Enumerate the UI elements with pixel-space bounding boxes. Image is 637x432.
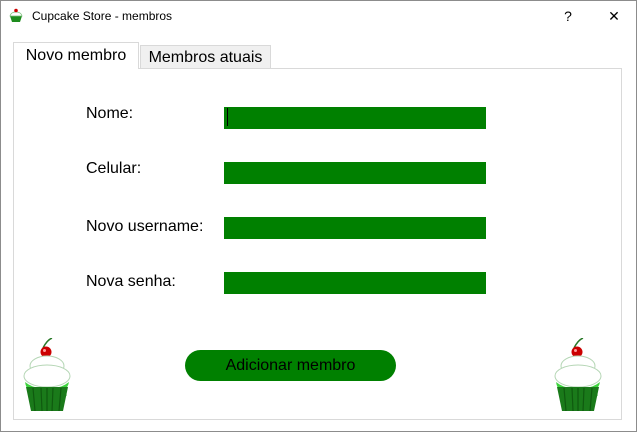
help-button[interactable]: ? (545, 1, 591, 31)
phone-field[interactable] (224, 162, 486, 184)
cupcake-icon (21, 337, 73, 416)
text-caret (227, 108, 228, 126)
title-bar: Cupcake Store - membros ? ✕ (1, 1, 636, 31)
password-field[interactable] (224, 272, 486, 294)
close-button[interactable]: ✕ (591, 1, 636, 31)
name-label: Nome: (86, 105, 134, 122)
window-title: Cupcake Store - membros (32, 9, 173, 23)
username-field[interactable] (224, 217, 486, 239)
phone-label: Celular: (86, 160, 142, 177)
cupcake-icon (552, 337, 604, 416)
name-field[interactable] (224, 107, 486, 129)
tab-membros-atuais[interactable]: Membros atuais (140, 45, 271, 69)
app-window: Cupcake Store - membros ? ✕ Novo membro … (0, 0, 637, 432)
username-label: Novo username: (86, 218, 204, 235)
tab-panel: Nome: Celular: Novo username: Nova senha… (13, 68, 622, 420)
tab-novo-membro[interactable]: Novo membro (13, 42, 139, 69)
cupcake-icon (8, 7, 24, 27)
password-label: Nova senha: (86, 273, 176, 290)
add-member-button[interactable]: Adicionar membro (185, 350, 396, 381)
